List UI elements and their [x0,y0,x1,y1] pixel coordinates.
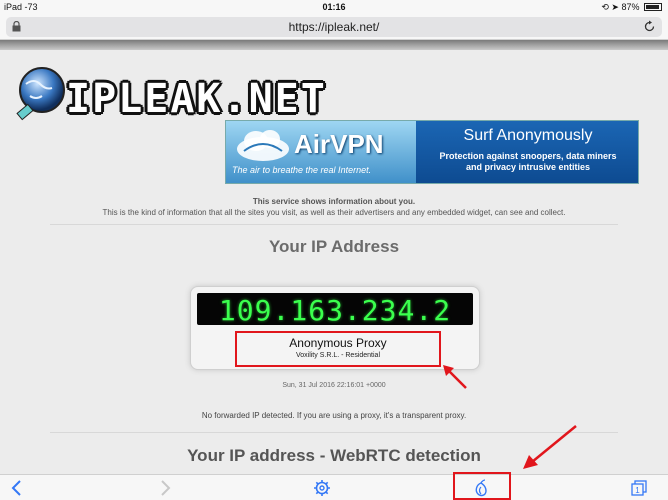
divider [50,224,618,225]
banner-description: Protection against snoopers, data miners… [416,151,638,173]
forward-icon[interactable] [156,479,174,497]
globe-magnifier-icon [16,67,65,121]
banner-desc-line1: Protection against snoopers, data miners [439,151,617,161]
ip-card: 109.163.234.2 Anonymous Proxy Voxility S… [190,286,480,370]
gear-icon[interactable] [313,479,331,497]
forward-note: No forwarded IP detected. If you are usi… [201,411,467,420]
ip-address: 109.163.234.2 [218,294,452,327]
back-icon[interactable] [8,479,26,497]
browser-address-bar: https://ipleak.net/ [0,14,668,40]
proxy-info-highlight: Anonymous Proxy Voxility S.R.L. - Reside… [235,331,441,367]
tabs-count: 1 [635,486,640,495]
banner-brand: AirVPN [294,129,384,159]
status-time: 01:16 [322,2,346,12]
browser-toolbar: 1 [0,474,668,500]
cloud-icon [237,130,289,161]
battery-status: ⟲ ➤ 87% [601,2,662,13]
ip-display: 109.163.234.2 [197,293,473,327]
tabs-icon[interactable]: 1 [630,479,648,497]
ip-timestamp: Sun, 31 Jul 2016 22:16:01 +0000 [282,382,386,389]
url-text: https://ipleak.net/ [288,20,380,34]
banner-desc-line2: and privacy intrusive entities [465,162,591,172]
web-page: IPLEAK.NET AirVPN The air to breathe the… [0,40,668,474]
status-bar: iPad -73 01:16 ⟲ ➤ 87% [0,0,668,14]
location-icon: ➤ [611,2,619,12]
logo-text: IPLEAK.NET [66,76,327,122]
url-field[interactable]: https://ipleak.net/ [6,17,662,37]
banner-tagline: The air to breathe the real Internet. [232,165,372,175]
battery-percent: 87% [621,2,640,12]
airvpn-banner[interactable]: AirVPN The air to breathe the real Inter… [225,120,639,184]
ip-section-title: Your IP Address [268,237,400,256]
tor-button-highlight [453,472,511,500]
proxy-type: Anonymous Proxy [289,336,387,350]
isp-name: Voxility S.R.L. - Residential [295,352,381,359]
battery-icon [644,3,662,11]
annotation-arrow-toolbar [523,425,577,469]
service-title: This service shows information about you… [252,197,416,206]
service-description: This is the kind of information that all… [102,208,566,217]
top-strip [0,40,668,50]
lock-rotation-icon: ⟲ [601,2,609,12]
banner-headline: Surf Anonymously [463,127,593,144]
reload-icon[interactable] [643,20,656,33]
